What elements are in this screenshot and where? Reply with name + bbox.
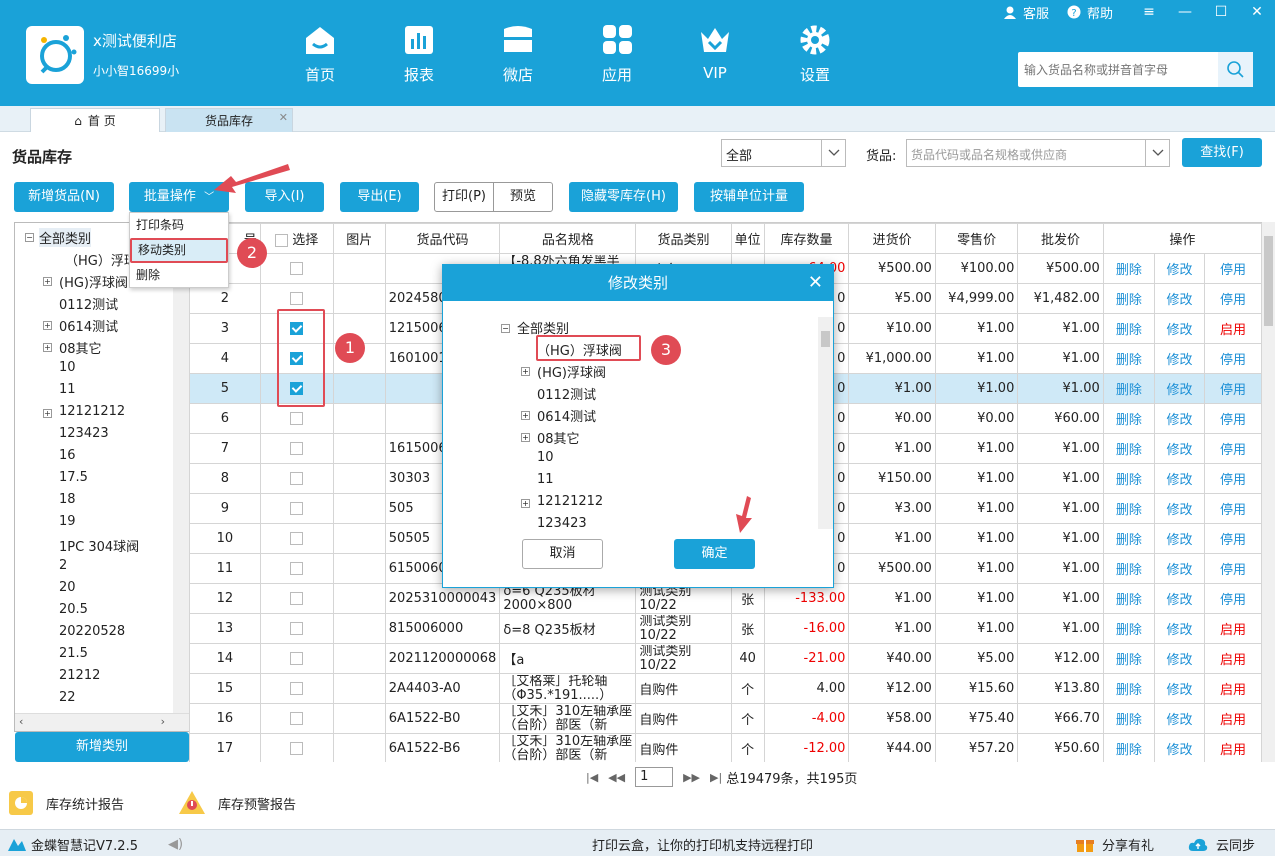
annotation-arrows bbox=[214, 164, 752, 533]
annotation-arrow-batch bbox=[214, 164, 290, 193]
annotation-arrow-confirm bbox=[736, 496, 752, 533]
